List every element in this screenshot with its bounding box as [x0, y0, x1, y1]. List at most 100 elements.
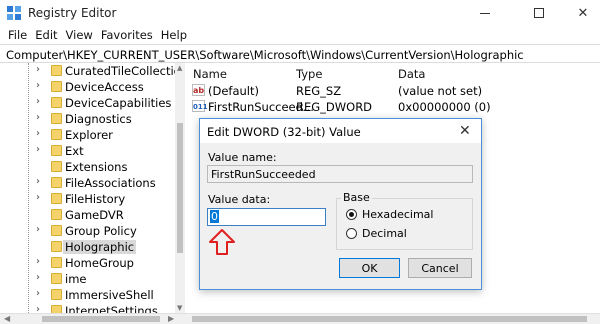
folder-icon [51, 97, 62, 108]
menu-bar: File Edit View Favorites Help [0, 26, 600, 44]
folder-icon [51, 209, 62, 220]
tree-item-label: HomeGroup [65, 256, 134, 270]
decimal-label[interactable]: Decimal [362, 227, 407, 240]
chevron-right-icon[interactable]: › [36, 112, 40, 123]
chevron-right-icon[interactable]: › [36, 144, 40, 155]
cancel-button[interactable]: Cancel [408, 258, 472, 278]
tree-item-label: DeviceAccess [65, 80, 144, 94]
tree-item-label: CuratedTileCollections [65, 64, 185, 78]
tree-item[interactable]: › HomeGroup [0, 255, 175, 271]
menu-favorites[interactable]: Favorites [97, 26, 157, 44]
chevron-right-icon[interactable]: › [36, 64, 40, 75]
chevron-right-icon[interactable]: › [36, 176, 40, 187]
folder-icon [51, 193, 62, 204]
tree-item-label: DeviceCapabilities [65, 96, 172, 110]
chevron-right-icon[interactable]: › [36, 224, 40, 235]
tree-horizontal-thumb[interactable] [42, 316, 160, 322]
tree-item[interactable]: › CuratedTileCollections [0, 63, 184, 79]
column-header-data[interactable]: Data [398, 67, 425, 81]
tree-scroll-thumb[interactable] [177, 123, 183, 253]
tree-item[interactable]: › Group Policy [0, 223, 175, 239]
maximize-button[interactable] [516, 0, 562, 26]
column-header-type[interactable]: Type [296, 67, 322, 81]
value-type: REG_DWORD [296, 100, 373, 114]
close-button[interactable]: ✕ [560, 0, 600, 26]
base-groupbox [336, 198, 473, 250]
tree-item-label: Ext [65, 144, 84, 158]
folder-icon [51, 129, 62, 140]
folder-icon [51, 161, 62, 172]
scroll-up-icon[interactable]: ▲ [177, 64, 182, 72]
minimize-icon [480, 12, 490, 14]
hexadecimal-radio[interactable] [346, 209, 357, 220]
hexadecimal-label[interactable]: Hexadecimal [362, 208, 433, 221]
tree-item[interactable]: › ime [0, 271, 175, 287]
chevron-right-icon[interactable]: › [36, 256, 40, 267]
tree-item[interactable]: GameDVR [0, 207, 175, 223]
value-row[interactable]: 011 FirstRunSucceed... REG_DWORD 0x00000000… [186, 99, 600, 115]
title-bar: Registry Editor ✕ [0, 0, 600, 26]
base-label: Base [341, 191, 372, 204]
registry-editor-icon [7, 6, 21, 20]
maximize-icon [534, 8, 544, 18]
menu-help[interactable]: Help [157, 26, 191, 44]
dialog-title: Edit DWORD (32-bit) Value [207, 125, 361, 139]
folder-icon [51, 113, 62, 124]
dialog-title-bar: Edit DWORD (32-bit) Value ✕ [200, 119, 481, 143]
tree-item-label: InternetSettings [65, 304, 158, 313]
minimize-button[interactable] [462, 0, 508, 26]
tree-item[interactable]: › FileHistory [0, 191, 175, 207]
folder-icon [51, 177, 62, 188]
dialog-close-button[interactable]: ✕ [459, 123, 471, 139]
chevron-right-icon[interactable]: › [36, 80, 40, 91]
scroll-down-icon[interactable]: ▼ [177, 304, 182, 312]
ok-button[interactable]: OK [339, 258, 400, 278]
tree-item[interactable]: › Explorer [0, 127, 175, 143]
value-data-input[interactable]: 0 [207, 208, 326, 226]
menu-edit[interactable]: Edit [31, 26, 61, 44]
folder-icon [51, 305, 62, 313]
tree-item[interactable]: › DeviceCapabilities [0, 95, 175, 111]
key-tree-pane: › CuratedTileCollections › DeviceAccess › Dev… [0, 63, 185, 313]
folder-icon [51, 65, 62, 76]
tree-item-label: ImmersiveShell [65, 288, 154, 302]
tree-item[interactable]: Extensions [0, 159, 175, 175]
folder-icon [51, 289, 62, 300]
window-title: Registry Editor [28, 6, 117, 20]
tree-item-label: ime [65, 272, 87, 286]
chevron-right-icon[interactable]: › [36, 272, 40, 283]
tree-item-label: GameDVR [65, 208, 124, 222]
list-horizontal-thumb[interactable] [192, 316, 587, 322]
value-row[interactable]: ab (Default) REG_SZ (value not set) [186, 83, 600, 99]
tree-item[interactable]: › Ext [0, 143, 175, 159]
tree-item[interactable]: › ImmersiveShell [0, 287, 175, 303]
chevron-right-icon[interactable]: › [36, 192, 40, 203]
folder-icon [51, 145, 62, 156]
menu-view[interactable]: View [62, 26, 97, 44]
tree-item[interactable]: › Diagnostics [0, 111, 175, 127]
value-name-label: Value name: [208, 151, 277, 164]
tree-item[interactable]: › FileAssociations [0, 175, 175, 191]
tree-vertical-scrollbar[interactable]: ▲ ▼ [175, 63, 185, 313]
tree-item[interactable]: › InternetSettings [0, 303, 175, 313]
scroll-right-icon[interactable]: ▶ [168, 314, 174, 323]
tree-item[interactable]: › DeviceAccess [0, 79, 175, 95]
horizontal-scrollbar[interactable]: ◀ ▶ [0, 313, 600, 324]
address-bar[interactable]: Computer\HKEY_CURRENT_USER\Software\Micr… [0, 44, 600, 63]
scroll-left-icon[interactable]: ◀ [4, 314, 10, 323]
chevron-right-icon[interactable]: › [36, 304, 40, 313]
decimal-radio[interactable] [346, 228, 357, 239]
chevron-right-icon[interactable]: › [36, 128, 40, 139]
chevron-right-icon[interactable]: › [36, 96, 40, 107]
tree-item[interactable]: Holographic [0, 239, 175, 255]
tree-item-label: Explorer [65, 128, 113, 142]
chevron-right-icon[interactable]: › [36, 288, 40, 299]
value-data: 0x00000000 (0) [398, 100, 491, 114]
tree-item-label: Diagnostics [65, 112, 132, 126]
value-data-text: 0 [210, 210, 219, 223]
column-header-name[interactable]: Name [193, 67, 227, 81]
tree-item-label: Group Policy [65, 224, 137, 238]
menu-file[interactable]: File [4, 26, 31, 44]
folder-icon [51, 241, 62, 252]
value-data-label: Value data: [208, 193, 271, 206]
